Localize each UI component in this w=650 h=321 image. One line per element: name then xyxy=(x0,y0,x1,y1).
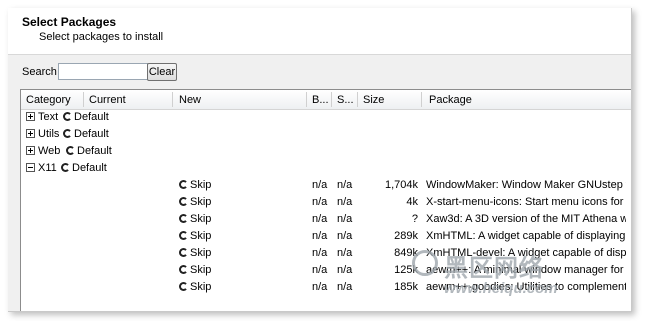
package-row[interactable]: Skip n/a n/a 4k X-start-menu-icons: Star… xyxy=(21,194,631,211)
column-package[interactable]: Package xyxy=(429,94,472,106)
package-size: ? xyxy=(411,213,418,225)
page-subtitle: Select packages to install xyxy=(39,31,164,43)
category-row-text[interactable]: Text Default xyxy=(21,109,631,126)
column-binary[interactable]: B... xyxy=(312,94,329,106)
package-name: aewm++: A minimal window manager for X11 xyxy=(426,264,626,276)
package-row[interactable]: Skip n/a n/a 849k XmHTML-devel: A widget… xyxy=(21,245,631,262)
source-flag[interactable]: n/a xyxy=(337,247,352,259)
package-new-action[interactable]: Skip xyxy=(179,230,211,242)
expand-plus-icon[interactable] xyxy=(26,146,35,155)
category-name: Web xyxy=(38,145,61,157)
column-new[interactable]: New xyxy=(179,94,201,106)
package-new-action[interactable]: Skip xyxy=(179,196,211,208)
package-new-action[interactable]: Skip xyxy=(179,264,211,276)
binary-flag[interactable]: n/a xyxy=(312,196,327,208)
cycle-icon xyxy=(179,180,188,189)
package-new-action[interactable]: Skip xyxy=(179,247,211,259)
binary-flag[interactable]: n/a xyxy=(312,230,327,242)
expand-plus-icon[interactable] xyxy=(26,112,35,121)
cycle-icon xyxy=(179,282,188,291)
package-name: XmHTML-devel: A widget capable of displa… xyxy=(426,247,626,259)
category-row-web[interactable]: Web Default xyxy=(21,143,631,160)
clear-button[interactable]: Clear xyxy=(147,63,177,81)
source-flag[interactable]: n/a xyxy=(337,230,352,242)
package-new-action[interactable]: Skip xyxy=(179,281,211,293)
binary-flag[interactable]: n/a xyxy=(312,247,327,259)
category-name: X11 xyxy=(38,162,57,174)
package-list[interactable]: Category Current New B... S... Size Pack… xyxy=(20,89,631,311)
expand-plus-icon[interactable] xyxy=(26,129,35,138)
package-size: 125k xyxy=(394,264,418,276)
package-size: 849k xyxy=(394,247,418,259)
cycle-icon xyxy=(63,112,72,121)
collapse-minus-icon[interactable] xyxy=(26,163,35,172)
binary-flag[interactable]: n/a xyxy=(312,264,327,276)
cycle-icon xyxy=(179,214,188,223)
source-flag[interactable]: n/a xyxy=(337,281,352,293)
category-value[interactable]: Default xyxy=(63,128,109,140)
cycle-icon xyxy=(179,231,188,240)
category-name: Utils xyxy=(38,128,60,140)
package-row[interactable]: Skip n/a n/a 185k aewm++-goodies: Utilit… xyxy=(21,279,631,296)
package-row[interactable]: Skip n/a n/a 125k aewm++: A minimal wind… xyxy=(21,262,631,279)
installer-window: Select Packages Select packages to insta… xyxy=(8,8,632,312)
package-size: 185k xyxy=(394,281,418,293)
source-flag[interactable]: n/a xyxy=(337,196,352,208)
package-name: XmHTML: A widget capable of displaying H… xyxy=(426,230,626,242)
cycle-icon xyxy=(66,146,75,155)
cycle-icon xyxy=(61,163,70,172)
package-new-action[interactable]: Skip xyxy=(179,213,211,225)
binary-flag[interactable]: n/a xyxy=(312,281,327,293)
category-name: Text xyxy=(38,111,59,123)
source-flag[interactable]: n/a xyxy=(337,179,352,191)
category-value[interactable]: Default xyxy=(66,145,112,157)
package-name: aewm++-goodies: Utilities to complement … xyxy=(426,281,626,293)
cycle-icon xyxy=(179,197,188,206)
package-row[interactable]: Skip n/a n/a 289k XmHTML: A widget capab… xyxy=(21,228,631,245)
package-row[interactable]: Skip n/a n/a ? Xaw3d: A 3D version of th… xyxy=(21,211,631,228)
cycle-icon xyxy=(179,248,188,257)
cycle-icon xyxy=(63,129,72,138)
column-size[interactable]: Size xyxy=(363,94,384,106)
package-size: 289k xyxy=(394,230,418,242)
package-name: WindowMaker: Window Maker GNUstep win xyxy=(426,179,626,191)
column-header-row: Category Current New B... S... Size Pack… xyxy=(21,90,631,110)
search-label: Search xyxy=(22,66,57,78)
package-row[interactable]: Skip n/a n/a 1,704k WindowMaker: Window … xyxy=(21,177,631,194)
category-row-utils[interactable]: Utils Default xyxy=(21,126,631,143)
header-panel: Select Packages Select packages to insta… xyxy=(8,8,631,55)
column-current[interactable]: Current xyxy=(89,94,126,106)
page-title: Select Packages xyxy=(22,15,117,29)
binary-flag[interactable]: n/a xyxy=(312,179,327,191)
package-size: 1,704k xyxy=(384,179,418,191)
package-name: X-start-menu-icons: Start menu icons for… xyxy=(426,196,626,208)
category-row-x11[interactable]: X11 Default xyxy=(21,160,631,177)
search-input[interactable] xyxy=(58,63,148,80)
binary-flag[interactable]: n/a xyxy=(312,213,327,225)
column-category[interactable]: Category xyxy=(26,94,71,106)
package-new-action[interactable]: Skip xyxy=(179,179,211,191)
category-value[interactable]: Default xyxy=(61,162,107,174)
source-flag[interactable]: n/a xyxy=(337,213,352,225)
column-source[interactable]: S... xyxy=(337,94,354,106)
cycle-icon xyxy=(179,265,188,274)
package-name: Xaw3d: A 3D version of the MIT Athena wi… xyxy=(426,213,626,225)
package-size: 4k xyxy=(406,196,418,208)
source-flag[interactable]: n/a xyxy=(337,264,352,276)
category-value[interactable]: Default xyxy=(63,111,109,123)
